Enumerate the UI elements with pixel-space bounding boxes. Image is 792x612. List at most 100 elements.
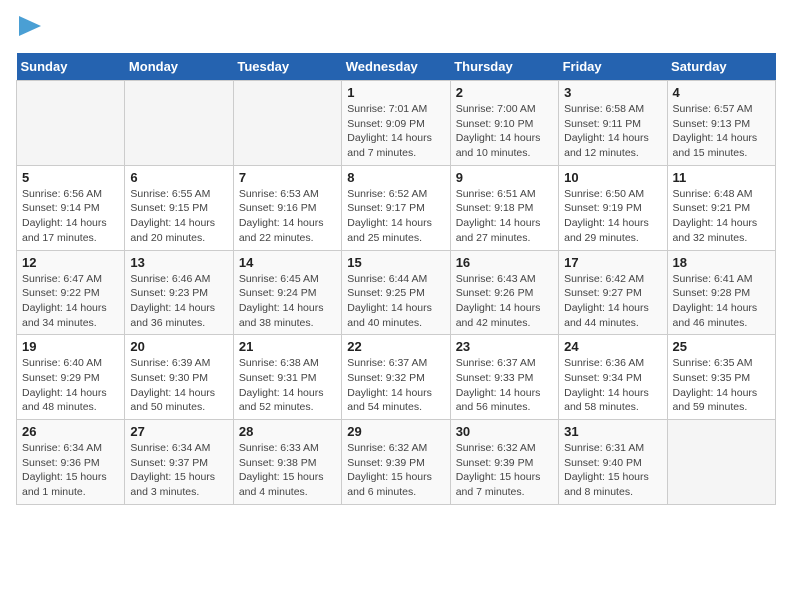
day-number: 17: [564, 255, 661, 270]
calendar-cell: 23 Sunrise: 6:37 AMSunset: 9:33 PMDayligh…: [450, 335, 558, 420]
day-info: Sunrise: 6:53 AMSunset: 9:16 PMDaylight:…: [239, 187, 336, 246]
day-info: Sunrise: 6:52 AMSunset: 9:17 PMDaylight:…: [347, 187, 444, 246]
calendar-cell: 27Sunrise: 6:34 AMSunset: 9:37 PMDayligh…: [125, 420, 233, 505]
calendar-cell: 9 Sunrise: 6:51 AMSunset: 9:18 PMDaylight…: [450, 165, 558, 250]
day-info: Sunrise: 6:38 AMSunset: 9:31 PMDaylight:…: [239, 356, 336, 415]
day-number: 7: [239, 170, 336, 185]
day-number: 8: [347, 170, 444, 185]
day-info: Sunrise: 6:45 AMSunset: 9:24 PMDaylight:…: [239, 272, 336, 331]
day-info: Sunrise: 6:46 AMSunset: 9:23 PMDaylight:…: [130, 272, 227, 331]
calendar-cell: [125, 81, 233, 166]
day-info: Sunrise: 6:32 AMSunset: 9:39 PMDaylight:…: [456, 441, 553, 500]
day-info: Sunrise: 6:32 AMSunset: 9:39 PMDaylight:…: [347, 441, 444, 500]
day-info: Sunrise: 6:37 AMSunset: 9:33 PMDaylight:…: [456, 356, 553, 415]
calendar-cell: [667, 420, 775, 505]
day-info: Sunrise: 6:51 AMSunset: 9:18 PMDaylight:…: [456, 187, 553, 246]
calendar-cell: 24Sunrise: 6:36 AMSunset: 9:34 PMDayligh…: [559, 335, 667, 420]
day-number: 5: [22, 170, 119, 185]
calendar-cell: 13 Sunrise: 6:46 AMSunset: 9:23 PMDayligh…: [125, 250, 233, 335]
calendar-cell: 4 Sunrise: 6:57 AMSunset: 9:13 PMDaylight…: [667, 81, 775, 166]
day-info: Sunrise: 6:39 AMSunset: 9:30 PMDaylight:…: [130, 356, 227, 415]
day-number: 26: [22, 424, 119, 439]
day-info: Sunrise: 6:57 AMSunset: 9:13 PMDaylight:…: [673, 102, 770, 161]
day-number: 29: [347, 424, 444, 439]
day-info: Sunrise: 6:33 AMSunset: 9:38 PMDaylight:…: [239, 441, 336, 500]
day-info: Sunrise: 6:58 AMSunset: 9:11 PMDaylight:…: [564, 102, 661, 161]
calendar-header-row: SundayMondayTuesdayWednesdayThursdayFrid…: [17, 53, 776, 81]
day-number: 20: [130, 339, 227, 354]
day-number: 9: [456, 170, 553, 185]
calendar-cell: 1 Sunrise: 7:01 AMSunset: 9:09 PMDaylight…: [342, 81, 450, 166]
day-number: 21: [239, 339, 336, 354]
calendar-week-row: 26 Sunrise: 6:34 AMSunset: 9:36 PMDayligh…: [17, 420, 776, 505]
day-info: Sunrise: 6:50 AMSunset: 9:19 PMDaylight:…: [564, 187, 661, 246]
logo: [16, 16, 41, 41]
day-info: Sunrise: 6:47 AMSunset: 9:22 PMDaylight:…: [22, 272, 119, 331]
header-friday: Friday: [559, 53, 667, 81]
calendar-cell: 2Sunrise: 7:00 AMSunset: 9:10 PMDaylight…: [450, 81, 558, 166]
day-number: 15: [347, 255, 444, 270]
calendar-cell: 14 Sunrise: 6:45 AMSunset: 9:24 PMDayligh…: [233, 250, 341, 335]
day-info: Sunrise: 6:42 AMSunset: 9:27 PMDaylight:…: [564, 272, 661, 331]
day-info: Sunrise: 6:48 AMSunset: 9:21 PMDaylight:…: [673, 187, 770, 246]
day-number: 23: [456, 339, 553, 354]
day-number: 12: [22, 255, 119, 270]
day-number: 18: [673, 255, 770, 270]
day-info: Sunrise: 6:31 AMSunset: 9:40 PMDaylight:…: [564, 441, 661, 500]
calendar-cell: 29 Sunrise: 6:32 AMSunset: 9:39 PMDayligh…: [342, 420, 450, 505]
calendar-week-row: 19 Sunrise: 6:40 AMSunset: 9:29 PMDayligh…: [17, 335, 776, 420]
calendar-cell: 15 Sunrise: 6:44 AMSunset: 9:25 PMDayligh…: [342, 250, 450, 335]
calendar-week-row: 12 Sunrise: 6:47 AMSunset: 9:22 PMDayligh…: [17, 250, 776, 335]
day-info: Sunrise: 6:41 AMSunset: 9:28 PMDaylight:…: [673, 272, 770, 331]
day-number: 22: [347, 339, 444, 354]
header-sunday: Sunday: [17, 53, 125, 81]
calendar-cell: 17 Sunrise: 6:42 AMSunset: 9:27 PMDayligh…: [559, 250, 667, 335]
page-header: [16, 16, 776, 41]
day-number: 24: [564, 339, 661, 354]
header-wednesday: Wednesday: [342, 53, 450, 81]
header-thursday: Thursday: [450, 53, 558, 81]
day-info: Sunrise: 7:00 AMSunset: 9:10 PMDaylight:…: [456, 102, 553, 161]
day-number: 16: [456, 255, 553, 270]
calendar-week-row: 5Sunrise: 6:56 AMSunset: 9:14 PMDaylight…: [17, 165, 776, 250]
calendar-week-row: 1 Sunrise: 7:01 AMSunset: 9:09 PMDaylight…: [17, 81, 776, 166]
calendar-cell: 11 Sunrise: 6:48 AMSunset: 9:21 PMDayligh…: [667, 165, 775, 250]
day-info: Sunrise: 6:34 AMSunset: 9:37 PMDaylight:…: [130, 441, 227, 500]
calendar-cell: 28 Sunrise: 6:33 AMSunset: 9:38 PMDayligh…: [233, 420, 341, 505]
calendar-cell: 20 Sunrise: 6:39 AMSunset: 9:30 PMDayligh…: [125, 335, 233, 420]
day-number: 11: [673, 170, 770, 185]
day-number: 30: [456, 424, 553, 439]
day-number: 3: [564, 85, 661, 100]
logo-arrow-icon: [19, 16, 41, 36]
calendar-cell: 10 Sunrise: 6:50 AMSunset: 9:19 PMDayligh…: [559, 165, 667, 250]
day-number: 4: [673, 85, 770, 100]
day-info: Sunrise: 6:34 AMSunset: 9:36 PMDaylight:…: [22, 441, 119, 500]
day-info: Sunrise: 6:40 AMSunset: 9:29 PMDaylight:…: [22, 356, 119, 415]
day-number: 31: [564, 424, 661, 439]
day-number: 10: [564, 170, 661, 185]
calendar-cell: 16 Sunrise: 6:43 AMSunset: 9:26 PMDayligh…: [450, 250, 558, 335]
day-info: Sunrise: 6:55 AMSunset: 9:15 PMDaylight:…: [130, 187, 227, 246]
calendar-cell: 12 Sunrise: 6:47 AMSunset: 9:22 PMDayligh…: [17, 250, 125, 335]
day-number: 25: [673, 339, 770, 354]
day-number: 28: [239, 424, 336, 439]
calendar-cell: 7 Sunrise: 6:53 AMSunset: 9:16 PMDaylight…: [233, 165, 341, 250]
calendar-cell: 5Sunrise: 6:56 AMSunset: 9:14 PMDaylight…: [17, 165, 125, 250]
day-number: 13: [130, 255, 227, 270]
day-number: 6: [130, 170, 227, 185]
calendar-cell: 21 Sunrise: 6:38 AMSunset: 9:31 PMDayligh…: [233, 335, 341, 420]
calendar-cell: 26 Sunrise: 6:34 AMSunset: 9:36 PMDayligh…: [17, 420, 125, 505]
day-number: 19: [22, 339, 119, 354]
calendar-cell: 8 Sunrise: 6:52 AMSunset: 9:17 PMDaylight…: [342, 165, 450, 250]
calendar-cell: [233, 81, 341, 166]
calendar-cell: 6 Sunrise: 6:55 AMSunset: 9:15 PMDaylight…: [125, 165, 233, 250]
header-monday: Monday: [125, 53, 233, 81]
day-info: Sunrise: 6:44 AMSunset: 9:25 PMDaylight:…: [347, 272, 444, 331]
day-info: Sunrise: 7:01 AMSunset: 9:09 PMDaylight:…: [347, 102, 444, 161]
calendar-cell: 3 Sunrise: 6:58 AMSunset: 9:11 PMDaylight…: [559, 81, 667, 166]
day-info: Sunrise: 6:37 AMSunset: 9:32 PMDaylight:…: [347, 356, 444, 415]
day-info: Sunrise: 6:43 AMSunset: 9:26 PMDaylight:…: [456, 272, 553, 331]
day-number: 1: [347, 85, 444, 100]
day-number: 14: [239, 255, 336, 270]
day-info: Sunrise: 6:35 AMSunset: 9:35 PMDaylight:…: [673, 356, 770, 415]
